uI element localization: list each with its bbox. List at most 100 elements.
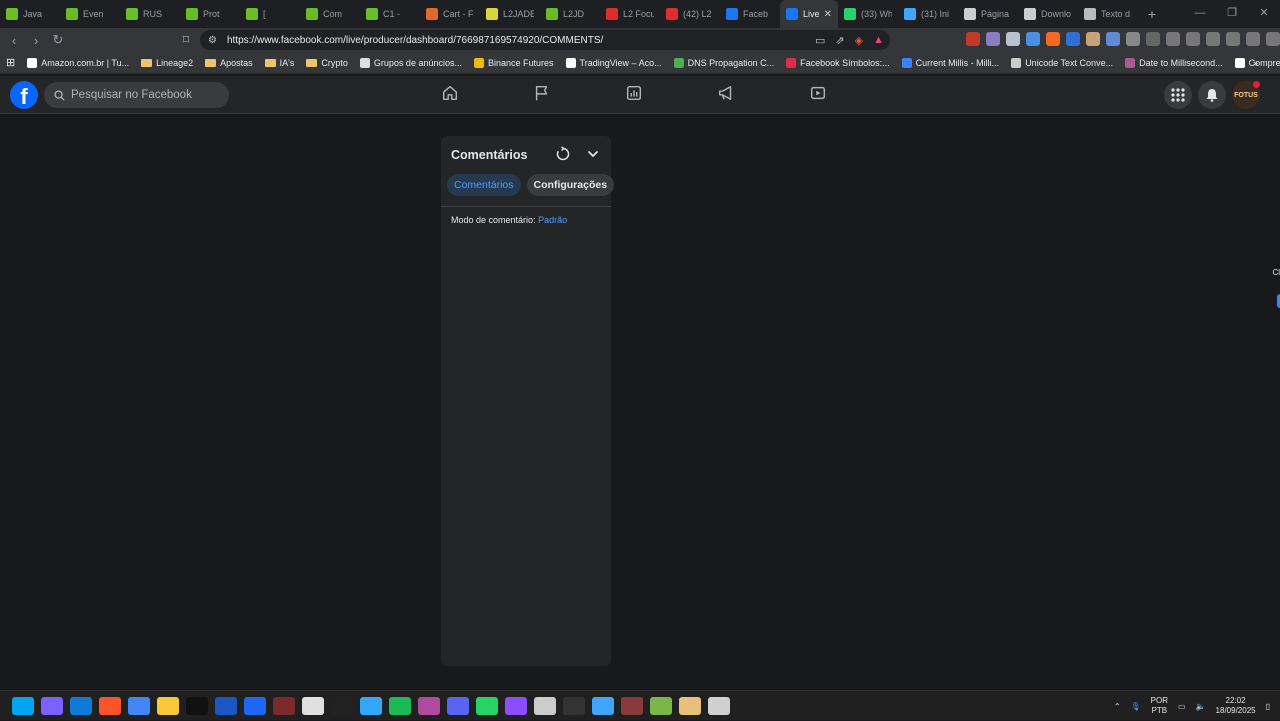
minimize-icon[interactable]: — <box>1184 0 1216 28</box>
tab-comments[interactable]: Comentários <box>447 174 521 196</box>
chevron-down-icon[interactable] <box>586 147 600 161</box>
browser-tab[interactable]: L2JD <box>540 0 600 28</box>
browser-tab[interactable]: RUS <box>120 0 180 28</box>
taskbar-app-icon[interactable] <box>707 696 730 715</box>
browser-tab[interactable]: Prot <box>180 0 240 28</box>
address-bar[interactable]: ⚙ https://www.facebook.com/live/producer… <box>200 30 890 50</box>
profile-avatar[interactable]: FOTUS <box>1232 81 1260 109</box>
site-info-icon[interactable]: ⚙ <box>208 35 217 46</box>
taskbar-app-icon[interactable] <box>678 696 701 715</box>
menu-icon[interactable] <box>1266 32 1280 46</box>
megaphone-icon[interactable] <box>717 84 739 106</box>
reload-icon[interactable]: ↻ <box>47 32 69 48</box>
more-bookmarks-icon[interactable]: » <box>1247 58 1264 68</box>
bookmark-item[interactable]: DNS Propagation C... <box>668 57 781 68</box>
bookmark-item[interactable]: Current Millis - Milli... <box>896 57 1006 68</box>
taskbar-app-icon[interactable] <box>620 696 643 715</box>
browser-tab[interactable]: Texto d <box>1078 0 1138 28</box>
new-tab-button[interactable]: + <box>1138 6 1166 22</box>
bookmark-item[interactable]: Amazon.com.br | Tu... <box>21 57 135 68</box>
notifications-bell-icon[interactable] <box>1198 81 1226 109</box>
rewards-icon[interactable]: ▲ <box>873 34 884 47</box>
taskbar-app-icon[interactable] <box>649 696 672 715</box>
taskbar-app-icon[interactable] <box>127 696 150 715</box>
browser-tab[interactable]: Página <box>958 0 1018 28</box>
tab-settings[interactable]: Configurações <box>526 174 615 196</box>
bookmark-folder[interactable]: IA's <box>259 58 301 68</box>
bookmark-folder[interactable]: Lineage2 <box>135 58 199 68</box>
back-icon[interactable]: ‹ <box>3 33 25 48</box>
taskbar-app-icon[interactable] <box>185 696 208 715</box>
extension-icon[interactable] <box>1006 32 1020 46</box>
extension-icon[interactable] <box>966 32 980 46</box>
taskbar-app-icon[interactable] <box>359 696 382 715</box>
taskbar-app-icon[interactable] <box>11 696 34 715</box>
browser-tab[interactable]: Cart - F <box>420 0 480 28</box>
bookmark-item[interactable]: Binance Futures <box>468 57 560 68</box>
chevron-up-icon[interactable]: ⌃ <box>1114 702 1121 711</box>
video-icon[interactable] <box>809 84 831 106</box>
browser-tab[interactable]: Even <box>60 0 120 28</box>
taskbar-app-icon[interactable] <box>156 696 179 715</box>
sidebar-icon[interactable] <box>1186 32 1200 46</box>
taskbar-app-icon[interactable] <box>533 696 556 715</box>
refresh-icon[interactable] <box>555 146 571 162</box>
bookmark-item[interactable]: Grupos de anúncios... <box>354 57 468 68</box>
home-icon[interactable] <box>441 84 463 106</box>
notifications-icon[interactable]: ▯ <box>1266 702 1270 711</box>
bookmark-icon[interactable]: ⌑ <box>175 32 197 48</box>
taskbar-app-icon[interactable] <box>388 696 411 715</box>
taskbar-app-icon[interactable] <box>40 696 63 715</box>
close-tab-icon[interactable]: ✕ <box>824 9 832 20</box>
browser-tab[interactable]: Java <box>0 0 60 28</box>
leo-icon[interactable] <box>1226 32 1240 46</box>
media-icon[interactable] <box>1166 32 1180 46</box>
browser-tab[interactable]: [ <box>240 0 300 28</box>
taskbar-app-icon[interactable] <box>98 696 121 715</box>
browser-tab[interactable]: C1 - <box>360 0 420 28</box>
taskbar-app-icon[interactable] <box>243 696 266 715</box>
pages-flag-icon[interactable] <box>533 84 555 106</box>
bookmark-item[interactable]: Date to Millisecond... <box>1119 57 1229 68</box>
browser-tab[interactable]: (42) L2 <box>660 0 720 28</box>
cast-icon[interactable]: ▭ <box>815 34 825 47</box>
apps-grid-icon[interactable]: ⊞ <box>0 56 21 69</box>
forward-icon[interactable]: › <box>25 33 47 48</box>
taskbar-app-icon[interactable] <box>272 696 295 715</box>
facebook-search[interactable] <box>44 82 229 108</box>
taskbar-app-icon[interactable] <box>446 696 469 715</box>
taskbar-app-icon[interactable] <box>417 696 440 715</box>
bookmark-item[interactable]: Facebook Símbolos:... <box>780 57 896 68</box>
taskbar-app-icon[interactable] <box>591 696 614 715</box>
share-icon[interactable]: ⇗ <box>835 34 844 47</box>
maximize-icon[interactable]: ❐ <box>1216 0 1248 28</box>
vpn-icon[interactable] <box>1246 32 1260 46</box>
bookmark-folder[interactable]: Crypto <box>300 58 354 68</box>
comment-mode-link[interactable]: Padrão <box>538 215 567 225</box>
extension-icon[interactable] <box>1106 32 1120 46</box>
browser-tab[interactable]: Com <box>300 0 360 28</box>
browser-tab[interactable]: (33) Wh <box>838 0 898 28</box>
browser-tab[interactable]: Faceb <box>720 0 780 28</box>
extension-icon[interactable] <box>1066 32 1080 46</box>
browser-tab[interactable]: L2JADE <box>480 0 540 28</box>
extension-icon[interactable] <box>1026 32 1040 46</box>
bookmark-item[interactable]: Unicode Text Conve... <box>1005 57 1119 68</box>
browser-tab[interactable]: L2 Focu <box>600 0 660 28</box>
wallet-icon[interactable] <box>1206 32 1220 46</box>
taskbar-app-icon[interactable] <box>475 696 498 715</box>
insights-chart-icon[interactable] <box>625 84 647 106</box>
clock[interactable]: 22:02 18/09/2025 <box>1216 696 1256 716</box>
brave-shield-icon[interactable]: ◈ <box>855 34 863 47</box>
network-icon[interactable]: ▭ <box>1178 702 1186 711</box>
close-window-icon[interactable]: ✕ <box>1248 0 1280 28</box>
bookmark-item[interactable]: TradingView – Aco... <box>560 57 668 68</box>
screenshot-icon[interactable] <box>1146 32 1160 46</box>
volume-icon[interactable]: 🔈 <box>1196 702 1206 711</box>
bookmark-folder[interactable]: Apostas <box>199 58 259 68</box>
taskbar-app-icon[interactable] <box>69 696 92 715</box>
taskbar-app-icon[interactable] <box>504 696 527 715</box>
extension-icon[interactable] <box>1086 32 1100 46</box>
browser-tab[interactable]: (31) Ini <box>898 0 958 28</box>
language-indicator[interactable]: POR PTB <box>1151 696 1168 716</box>
